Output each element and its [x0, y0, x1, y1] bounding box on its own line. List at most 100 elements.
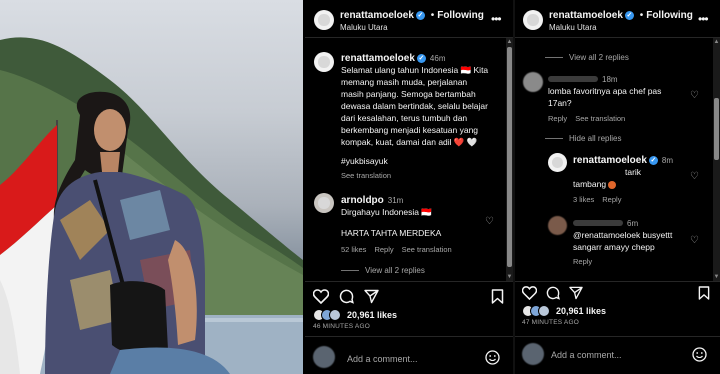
bookmark-icon[interactable]: [698, 286, 710, 300]
comment-actions: 52 likes Reply See translation: [341, 245, 460, 254]
reply-line-2: tambang: [573, 178, 617, 190]
following-button[interactable]: Following: [437, 10, 484, 21]
scroll-up-arrow[interactable]: ▲: [713, 39, 720, 45]
reply-username-row: renattamoeloek ✓ 8m: [573, 155, 673, 166]
scroll-up-arrow[interactable]: ▲: [506, 39, 513, 45]
header-username[interactable]: renattamoeloek ✓ • Following: [340, 10, 484, 21]
comment-icon[interactable]: [339, 289, 354, 304]
heart-icon[interactable]: ♡: [690, 91, 700, 101]
view-replies-button[interactable]: View all 2 replies: [341, 266, 425, 275]
scrollbar[interactable]: ▲ ▼: [713, 38, 720, 281]
comment-username[interactable]: arnoldpo: [341, 195, 384, 206]
scroll-down-arrow[interactable]: ▼: [713, 274, 720, 280]
blurred-username[interactable]: [573, 220, 623, 227]
comment-see-translation[interactable]: See translation: [575, 114, 625, 123]
current-user-avatar: [522, 343, 544, 365]
comment-likes[interactable]: 52 likes: [341, 245, 366, 254]
caption-time: 46m: [429, 54, 446, 63]
location-link[interactable]: Maluku Utara: [340, 23, 388, 32]
likes-count[interactable]: 20,961 likes: [556, 306, 606, 316]
caption-avatar[interactable]: [314, 52, 334, 72]
bookmark-icon[interactable]: [491, 289, 504, 304]
caption-username-row: renattamoeloek ✓ 46m: [341, 53, 445, 64]
location-link[interactable]: Maluku Utara: [549, 23, 597, 32]
scrollbar-thumb[interactable]: [507, 47, 512, 267]
profile-avatar[interactable]: [523, 10, 543, 30]
divider: [305, 336, 513, 337]
caption-see-translation[interactable]: See translation: [341, 171, 391, 180]
comment-line-1: lomba favoritnya apa chef pas: [548, 86, 662, 96]
following-button[interactable]: Following: [646, 10, 693, 21]
profile-avatar[interactable]: [314, 10, 334, 30]
commenter-avatar[interactable]: [523, 72, 543, 92]
heart-icon[interactable]: [522, 286, 537, 300]
post-header: renattamoeloek ✓ • Following Maluku Utara …: [305, 0, 513, 38]
emoji-icon[interactable]: [485, 350, 500, 365]
reply-likes[interactable]: 3 likes: [573, 195, 594, 204]
more-icon[interactable]: •••: [491, 12, 502, 26]
add-comment-input[interactable]: Add a comment...: [347, 354, 418, 364]
comment-line-2: HARTA TAHTA MERDEKA: [341, 228, 442, 238]
photo-scene: [0, 37, 303, 374]
reply-avatar[interactable]: [548, 216, 567, 235]
comment-see-translation[interactable]: See translation: [402, 245, 452, 254]
laughing-emoji-icon: [608, 180, 617, 189]
caption-line-3: masih panjang. Semoga bertambah: [341, 89, 476, 99]
comment-reply-button[interactable]: Reply: [374, 245, 393, 254]
heart-icon[interactable]: [313, 289, 329, 304]
post-panel-caption: renattamoeloek ✓ • Following Maluku Utara …: [305, 0, 513, 374]
caption-line-2: memang masih muda, perjalanan: [341, 77, 468, 87]
caption-line-7: kompak, kuat, damai dan adil ❤️ 🤍: [341, 137, 478, 147]
comment-icon[interactable]: [546, 286, 560, 300]
view-replies-button[interactable]: View all 2 replies: [545, 53, 629, 62]
caption-username[interactable]: renattamoeloek: [341, 53, 415, 64]
reply-username-row: 6m: [573, 218, 638, 229]
blurred-username[interactable]: [548, 76, 598, 83]
scroll-down-arrow[interactable]: ▼: [506, 274, 513, 280]
reply-actions: Reply: [573, 257, 600, 266]
divider: [515, 336, 720, 337]
reply-reply-button[interactable]: Reply: [573, 257, 592, 266]
comment-actions: Reply See translation: [548, 114, 633, 123]
heart-icon[interactable]: ♡: [690, 172, 700, 182]
comment-username-row: 18m: [548, 74, 618, 85]
verified-icon: ✓: [416, 53, 426, 63]
reply-time: 6m: [627, 219, 639, 228]
comment-username-row: arnoldpo 31m: [341, 195, 403, 206]
comment-line-1: Dirgahayu Indonesia 🇮🇩: [341, 207, 432, 217]
reply-username[interactable]: renattamoeloek: [573, 155, 647, 166]
reply-line-1: tarik: [625, 167, 642, 177]
comment-time: 31m: [387, 196, 404, 205]
reply-reply-button[interactable]: Reply: [602, 195, 621, 204]
caption-hashtag[interactable]: #yukbisayuk: [341, 155, 388, 167]
scrollbar[interactable]: ▲ ▼: [506, 38, 513, 281]
reply-line-2: sangarr amayy chepp: [573, 242, 655, 252]
heart-icon[interactable]: ♡: [690, 236, 700, 246]
divider: [305, 281, 513, 282]
comment-reply-button[interactable]: Reply: [548, 114, 567, 123]
share-icon[interactable]: [569, 286, 583, 300]
verified-icon: ✓: [624, 10, 634, 20]
likes-count[interactable]: 20,961 likes: [347, 310, 397, 320]
post-time: 46 MINUTES AGO: [313, 323, 370, 330]
header-username[interactable]: renattamoeloek ✓ • Following: [549, 10, 693, 21]
commenter-avatar[interactable]: [314, 193, 334, 213]
verified-icon: ✓: [415, 10, 425, 20]
post-photo: [0, 0, 303, 374]
hide-replies-button[interactable]: Hide all replies: [545, 134, 621, 143]
reply-actions: 3 likes Reply: [573, 195, 629, 204]
caption-line-5: dari kesalahan, terus tumbuh dan: [341, 113, 468, 123]
reply-avatar[interactable]: [548, 153, 567, 172]
add-comment-input[interactable]: Add a comment...: [551, 350, 622, 360]
more-icon[interactable]: •••: [698, 12, 709, 26]
divider: [515, 281, 720, 282]
verified-icon: ✓: [648, 155, 658, 165]
caption-line-4: dewasa dalam bertindak, selalu belajar: [341, 101, 488, 111]
post-time: 47 MINUTES AGO: [522, 319, 579, 326]
comment-time: 18m: [602, 75, 618, 84]
emoji-icon[interactable]: [692, 347, 707, 362]
reply-line-1: @renattamoeloek busyettt: [573, 230, 673, 240]
share-icon[interactable]: [364, 289, 379, 304]
heart-icon[interactable]: ♡: [485, 217, 495, 227]
scrollbar-thumb[interactable]: [714, 98, 719, 160]
